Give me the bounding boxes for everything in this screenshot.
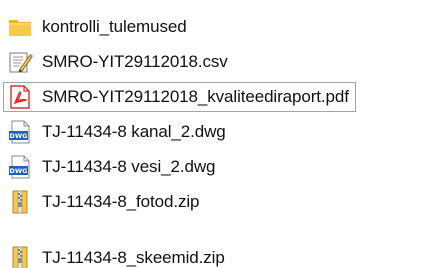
file-row-kontrolli-tulemused[interactable]: kontrolli_tulemused [3,12,194,42]
folder-icon [9,20,31,36]
file-name: TJ-11434-8 kanal_2.dwg [42,122,226,141]
file-row-zip-skeemid[interactable]: TJ-11434-8_skeemid.zip [3,243,232,268]
file-row-pdf[interactable]: SMRO-YIT29112018_kvaliteediraport.pdf [3,82,356,112]
file-name: TJ-11434-8_fotod.zip [42,192,200,211]
csv-file-icon [9,52,33,73]
file-name: SMRO-YIT29112018_kvaliteediraport.pdf [42,87,349,106]
file-row-dwg-vesi[interactable]: DWG TJ-11434-8 vesi_2.dwg [3,152,222,182]
svg-text:DWG: DWG [10,132,28,140]
dwg-file-icon: DWG [9,155,30,179]
svg-text:DWG: DWG [10,167,28,175]
pdf-file-icon [10,85,30,109]
file-name: kontrolli_tulemused [42,17,187,36]
file-list: kontrolli_tulemused SMRO-YIT29112018.csv… [0,0,431,268]
file-name: TJ-11434-8 vesi_2.dwg [42,157,216,176]
file-name: SMRO-YIT29112018.csv [42,52,228,71]
file-name: TJ-11434-8_skeemid.zip [42,248,225,267]
zip-file-icon [12,190,28,214]
zip-file-icon [12,246,28,268]
file-row-dwg-kanal[interactable]: DWG TJ-11434-8 kanal_2.dwg [3,117,233,147]
file-row-zip-fotod[interactable]: TJ-11434-8_fotod.zip [3,187,206,217]
file-row-csv[interactable]: SMRO-YIT29112018.csv [3,47,235,77]
dwg-file-icon: DWG [9,120,30,144]
